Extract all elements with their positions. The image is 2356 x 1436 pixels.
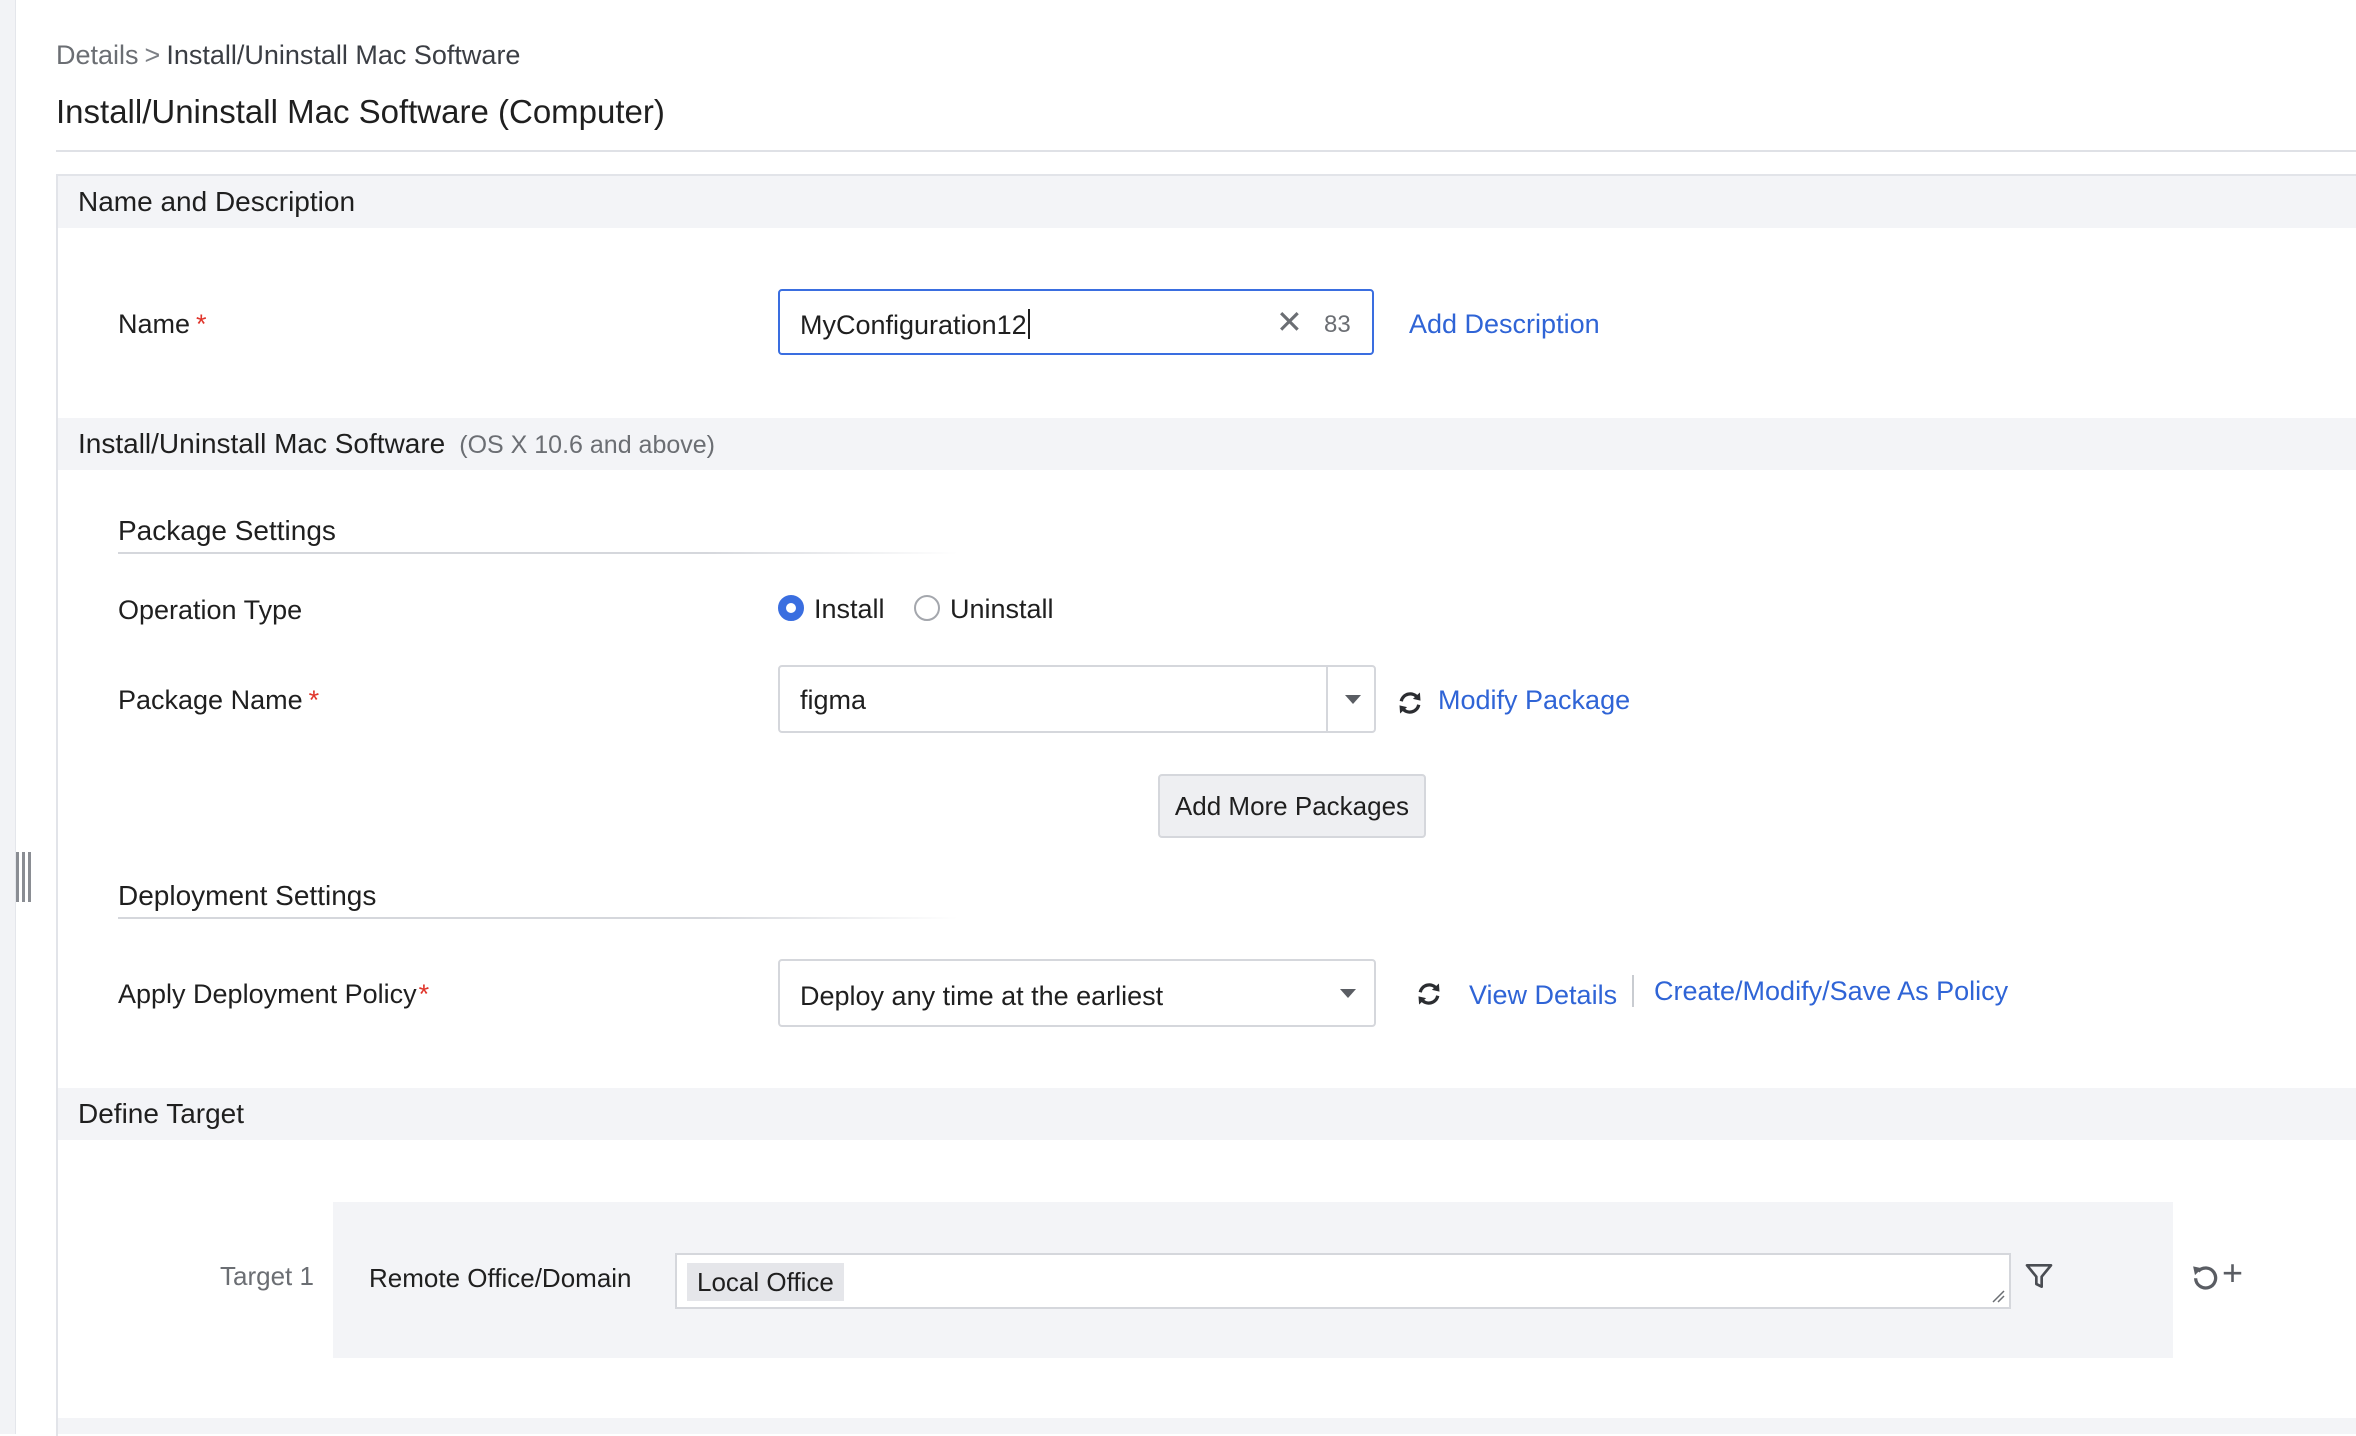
deployment-policy-label: Apply Deployment Policy*: [118, 979, 429, 1010]
select-divider: [1326, 667, 1328, 731]
required-mark: *: [196, 309, 207, 339]
section-subtitle: (OS X 10.6 and above): [459, 431, 715, 459]
add-description-link[interactable]: Add Description: [1409, 309, 1600, 340]
left-rail: [0, 0, 16, 1434]
package-name-label: Package Name *: [118, 685, 319, 716]
add-target-icon[interactable]: +: [2222, 1255, 2243, 1291]
deployment-settings-divider: [118, 917, 958, 919]
package-name-value: figma: [800, 685, 867, 715]
filter-icon[interactable]: [2023, 1260, 2055, 1292]
section-title: Name and Description: [78, 186, 356, 217]
section-header-mac-software: Install/Uninstall Mac Software (OS X 10.6…: [58, 418, 2356, 470]
required-mark: *: [418, 979, 430, 1009]
modify-package-link[interactable]: Modify Package: [1438, 685, 1630, 716]
title-divider: [56, 150, 2356, 152]
section-header-define-target: Define Target: [58, 1088, 2356, 1140]
deployment-policy-select[interactable]: Deploy any time at the earliest: [778, 959, 1376, 1027]
chevron-down-icon[interactable]: [1340, 989, 1356, 998]
name-input[interactable]: MyConfiguration12 ✕ 83: [778, 289, 1374, 355]
breadcrumb-separator: >: [144, 40, 161, 70]
breadcrumb-parent-link[interactable]: Details: [56, 40, 139, 70]
section-title-text: Install/Uninstall Mac Software: [78, 428, 446, 459]
deployment-settings-title: Deployment Settings: [118, 880, 377, 911]
view-details-link[interactable]: View Details: [1469, 980, 1617, 1011]
breadcrumb: Details > Install/Uninstall Mac Software: [56, 40, 520, 71]
target-number-label: Target 1: [220, 1261, 314, 1291]
package-name-select[interactable]: figma: [778, 665, 1376, 733]
name-label: Name *: [118, 309, 207, 340]
text-caret: [1027, 309, 1030, 339]
page-title: Install/Uninstall Mac Software (Computer…: [56, 93, 665, 130]
section-title: Define Target: [78, 1098, 245, 1129]
bottom-section-band: [58, 1418, 2356, 1434]
operation-type-label: Operation Type: [118, 595, 303, 625]
add-more-packages-button[interactable]: Add More Packages: [1158, 774, 1426, 838]
deployment-policy-value: Deploy any time at the earliest: [800, 981, 1164, 1011]
breadcrumb-current: Install/Uninstall Mac Software: [166, 40, 521, 70]
deployment-policy-label-text: Apply Deployment Policy: [118, 979, 417, 1009]
char-count: 83: [1324, 311, 1351, 338]
name-label-text: Name: [118, 309, 191, 339]
required-mark: *: [308, 685, 320, 715]
section-header-name-description: Name and Description: [58, 176, 2356, 228]
section-title: Install/Uninstall Mac Software (OS X 10.6…: [78, 428, 715, 460]
create-modify-policy-link[interactable]: Create/Modify/Save As Policy: [1654, 976, 2008, 1007]
install-radio-label[interactable]: Install: [814, 594, 885, 625]
refresh-icon[interactable]: [1396, 689, 1424, 717]
package-settings-title: Package Settings: [118, 515, 336, 546]
install-radio[interactable]: [778, 595, 804, 621]
clear-icon[interactable]: ✕: [1276, 306, 1303, 338]
resize-grip-icon[interactable]: [1991, 1289, 2005, 1303]
uninstall-radio-label[interactable]: Uninstall: [950, 594, 1054, 625]
target-chip[interactable]: Local Office: [687, 1263, 844, 1301]
link-separator: [1632, 975, 1634, 1007]
collapse-handle-icon[interactable]: [16, 852, 32, 902]
uninstall-radio[interactable]: [914, 595, 940, 621]
chevron-down-icon[interactable]: [1345, 695, 1361, 704]
package-settings-divider: [118, 552, 958, 554]
target-input[interactable]: Local Office: [675, 1253, 2011, 1309]
refresh-icon[interactable]: [1415, 980, 1443, 1008]
target-type-label: Remote Office/Domain: [369, 1263, 632, 1293]
reset-icon[interactable]: [2190, 1262, 2220, 1292]
name-input-text: MyConfiguration12: [800, 310, 1027, 340]
name-input-value: MyConfiguration12: [800, 309, 1030, 341]
package-name-label-text: Package Name: [118, 685, 303, 715]
